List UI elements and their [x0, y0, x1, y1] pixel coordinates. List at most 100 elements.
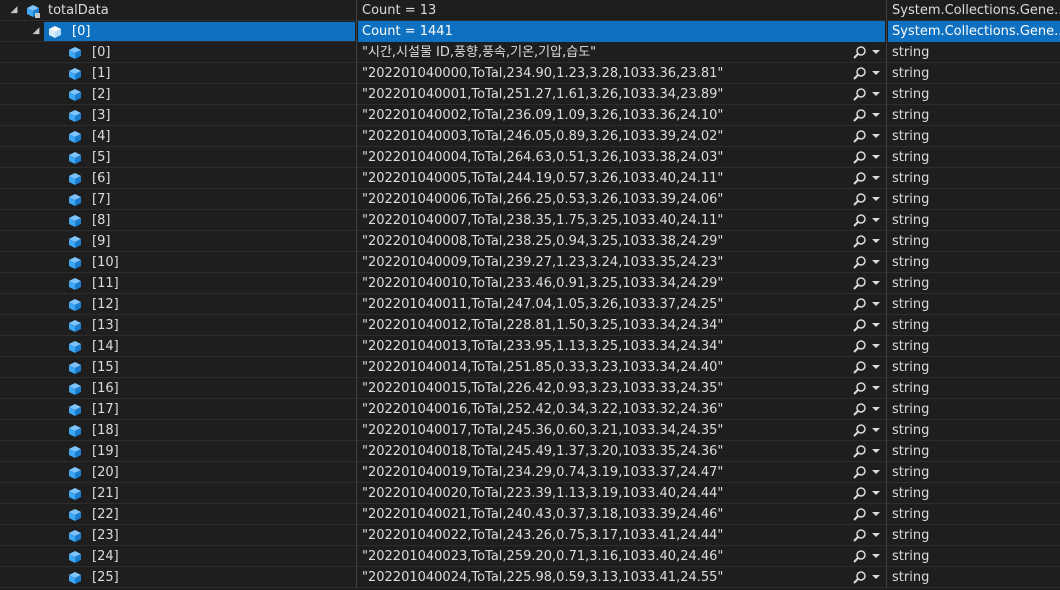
- column-separator[interactable]: [886, 294, 887, 315]
- list-item[interactable]: [18] "202201040017,ToTal,245.36,0.60,3.2…: [0, 420, 1060, 441]
- column-separator[interactable]: [886, 357, 887, 378]
- list-item[interactable]: [11] "202201040010,ToTal,233.46,0.91,3.2…: [0, 273, 1060, 294]
- list-item[interactable]: [10] "202201040009,ToTal,239.27,1.23,3.2…: [0, 252, 1060, 273]
- column-separator[interactable]: [356, 0, 357, 21]
- triangle-expanded-icon[interactable]: ◢: [8, 0, 20, 21]
- column-separator[interactable]: [356, 126, 357, 147]
- column-separator[interactable]: [886, 147, 887, 168]
- list-item[interactable]: [16] "202201040015,ToTal,226.42,0.93,3.2…: [0, 378, 1060, 399]
- column-separator[interactable]: [356, 525, 357, 546]
- list-item[interactable]: [5] "202201040004,ToTal,264.63,0.51,3.26…: [0, 147, 1060, 168]
- column-separator[interactable]: [886, 168, 887, 189]
- text-visualizer-button[interactable]: [852, 105, 885, 126]
- text-visualizer-button[interactable]: [852, 84, 885, 105]
- column-separator[interactable]: [356, 483, 357, 504]
- column-separator[interactable]: [886, 567, 887, 588]
- column-separator[interactable]: [886, 63, 887, 84]
- column-separator[interactable]: [356, 336, 357, 357]
- text-visualizer-button[interactable]: [852, 210, 885, 231]
- column-separator[interactable]: [886, 336, 887, 357]
- list-item[interactable]: [9] "202201040008,ToTal,238.25,0.94,3.25…: [0, 231, 1060, 252]
- text-visualizer-button[interactable]: [852, 399, 885, 420]
- list-item[interactable]: [19] "202201040018,ToTal,245.49,1.37,3.2…: [0, 441, 1060, 462]
- list-item[interactable]: [25] "202201040024,ToTal,225.98,0.59,3.1…: [0, 567, 1060, 588]
- list-item[interactable]: [14] "202201040013,ToTal,233.95,1.13,3.2…: [0, 336, 1060, 357]
- column-separator[interactable]: [886, 84, 887, 105]
- text-visualizer-button[interactable]: [852, 126, 885, 147]
- column-separator[interactable]: [886, 546, 887, 567]
- column-separator[interactable]: [886, 210, 887, 231]
- column-separator[interactable]: [356, 147, 357, 168]
- text-visualizer-button[interactable]: [852, 546, 885, 567]
- text-visualizer-button[interactable]: [852, 441, 885, 462]
- list-item[interactable]: [15] "202201040014,ToTal,251.85,0.33,3.2…: [0, 357, 1060, 378]
- text-visualizer-button[interactable]: [852, 252, 885, 273]
- column-separator[interactable]: [356, 105, 357, 126]
- column-separator[interactable]: [356, 420, 357, 441]
- list-row[interactable]: ◢ [0] Count = 1441 System.Collections.Ge…: [0, 21, 1060, 42]
- column-separator[interactable]: [886, 462, 887, 483]
- list-item[interactable]: [7] "202201040006,ToTal,266.25,0.53,3.26…: [0, 189, 1060, 210]
- column-separator[interactable]: [886, 525, 887, 546]
- list-item[interactable]: [3] "202201040002,ToTal,236.09,1.09,3.26…: [0, 105, 1060, 126]
- column-separator[interactable]: [356, 441, 357, 462]
- column-separator[interactable]: [356, 63, 357, 84]
- column-separator[interactable]: [886, 378, 887, 399]
- text-visualizer-button[interactable]: [852, 336, 885, 357]
- list-item[interactable]: [2] "202201040001,ToTal,251.27,1.61,3.26…: [0, 84, 1060, 105]
- column-separator[interactable]: [356, 504, 357, 525]
- column-separator[interactable]: [886, 231, 887, 252]
- text-visualizer-button[interactable]: [852, 147, 885, 168]
- column-separator[interactable]: [356, 252, 357, 273]
- list-item[interactable]: [1] "202201040000,ToTal,234.90,1.23,3.28…: [0, 63, 1060, 84]
- text-visualizer-button[interactable]: [852, 378, 885, 399]
- text-visualizer-button[interactable]: [852, 273, 885, 294]
- column-separator[interactable]: [886, 399, 887, 420]
- list-item[interactable]: [22] "202201040021,ToTal,240.43,0.37,3.1…: [0, 504, 1060, 525]
- column-separator[interactable]: [356, 84, 357, 105]
- column-separator[interactable]: [886, 315, 887, 336]
- text-visualizer-button[interactable]: [852, 63, 885, 84]
- list-item[interactable]: [17] "202201040016,ToTal,252.42,0.34,3.2…: [0, 399, 1060, 420]
- column-separator[interactable]: [886, 441, 887, 462]
- list-item[interactable]: [6] "202201040005,ToTal,244.19,0.57,3.26…: [0, 168, 1060, 189]
- list-item[interactable]: [23] "202201040022,ToTal,243.26,0.75,3.1…: [0, 525, 1060, 546]
- column-separator[interactable]: [356, 273, 357, 294]
- root-row[interactable]: ◢ totalData Count = 13 System.Collection…: [0, 0, 1060, 21]
- column-separator[interactable]: [356, 315, 357, 336]
- column-separator[interactable]: [356, 21, 357, 42]
- column-separator[interactable]: [886, 105, 887, 126]
- text-visualizer-button[interactable]: [852, 315, 885, 336]
- column-separator[interactable]: [886, 189, 887, 210]
- list-item[interactable]: [21] "202201040020,ToTal,223.39,1.13,3.1…: [0, 483, 1060, 504]
- list-item[interactable]: [20] "202201040019,ToTal,234.29,0.74,3.1…: [0, 462, 1060, 483]
- column-separator[interactable]: [356, 357, 357, 378]
- text-visualizer-button[interactable]: [852, 231, 885, 252]
- text-visualizer-button[interactable]: [852, 294, 885, 315]
- column-separator[interactable]: [356, 42, 357, 63]
- text-visualizer-button[interactable]: [852, 420, 885, 441]
- text-visualizer-button[interactable]: [852, 504, 885, 525]
- column-separator[interactable]: [356, 189, 357, 210]
- column-separator[interactable]: [886, 42, 887, 63]
- column-separator[interactable]: [356, 210, 357, 231]
- column-separator[interactable]: [886, 126, 887, 147]
- list-item[interactable]: [4] "202201040003,ToTal,246.05,0.89,3.26…: [0, 126, 1060, 147]
- list-item[interactable]: [24] "202201040023,ToTal,259.20,0.71,3.1…: [0, 546, 1060, 567]
- column-separator[interactable]: [356, 546, 357, 567]
- text-visualizer-button[interactable]: [852, 483, 885, 504]
- column-separator[interactable]: [886, 0, 887, 21]
- text-visualizer-button[interactable]: [852, 525, 885, 546]
- column-separator[interactable]: [356, 567, 357, 588]
- text-visualizer-button[interactable]: [852, 168, 885, 189]
- column-separator[interactable]: [886, 273, 887, 294]
- column-separator[interactable]: [886, 252, 887, 273]
- column-separator[interactable]: [356, 399, 357, 420]
- text-visualizer-button[interactable]: [852, 357, 885, 378]
- column-separator[interactable]: [356, 378, 357, 399]
- list-item[interactable]: [8] "202201040007,ToTal,238.35,1.75,3.25…: [0, 210, 1060, 231]
- text-visualizer-button[interactable]: [852, 567, 885, 588]
- column-separator[interactable]: [356, 294, 357, 315]
- column-separator[interactable]: [886, 483, 887, 504]
- column-separator[interactable]: [356, 462, 357, 483]
